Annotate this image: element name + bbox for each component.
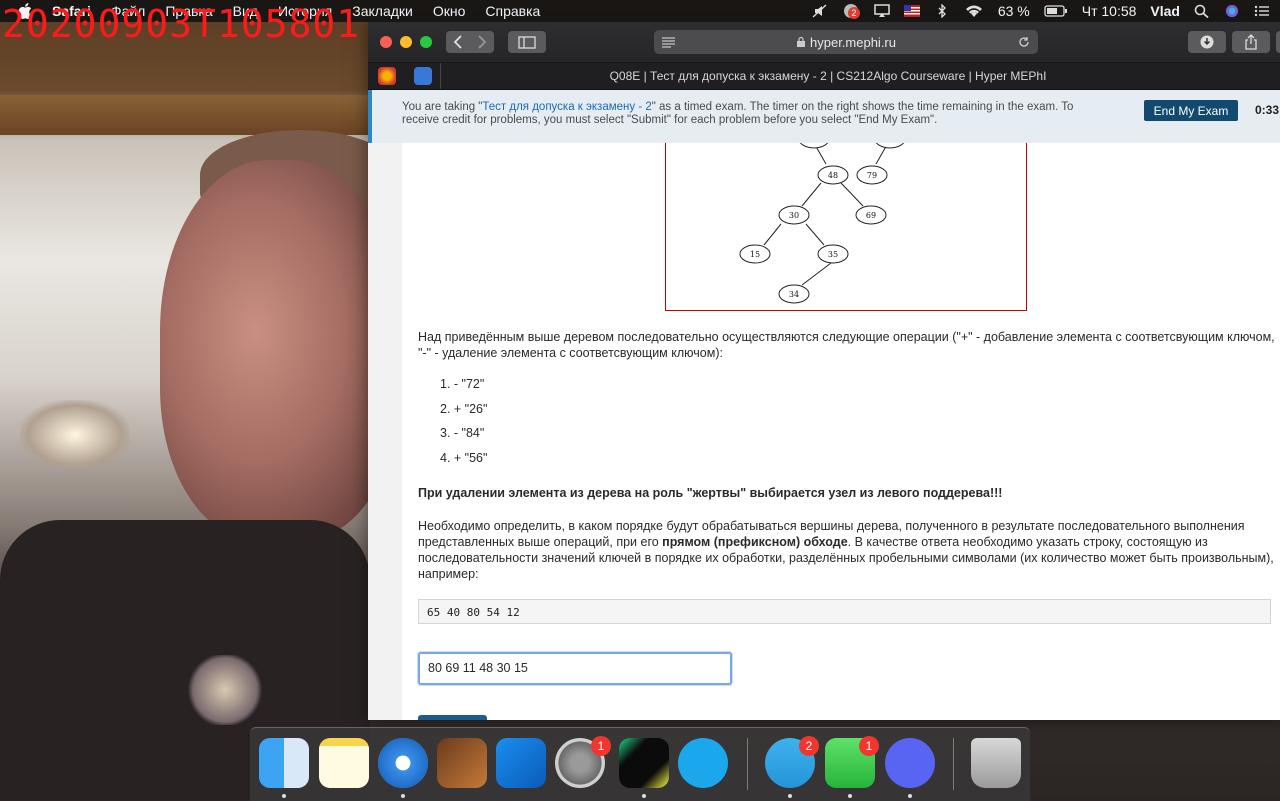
sidebar-button[interactable] xyxy=(508,31,546,53)
running-indicator xyxy=(908,794,912,798)
exam-link[interactable]: Тест для допуска к экзамену - 2 xyxy=(482,101,651,113)
chevron-left-icon xyxy=(453,35,462,49)
skype-icon[interactable] xyxy=(678,738,728,788)
problem-content: 48 79 30 69 15 35 34 Над приведённым выш… xyxy=(368,143,1280,720)
notes-icon[interactable] xyxy=(319,738,369,788)
operation-item: 4. + "56" xyxy=(440,450,488,465)
clock[interactable]: Чт 10:58 xyxy=(1082,3,1137,19)
downloads-button[interactable] xyxy=(1188,31,1226,53)
address-bar[interactable]: hyper.mephi.ru xyxy=(654,30,1038,54)
spotlight-search-icon[interactable] xyxy=(1194,4,1210,18)
shelf xyxy=(0,95,370,135)
download-icon xyxy=(1200,35,1214,49)
submit-button[interactable] xyxy=(418,715,487,720)
problem-task: Необходимо определить, в каком порядке б… xyxy=(418,518,1278,582)
tree-label-34: 34 xyxy=(789,290,799,299)
close-window-button[interactable] xyxy=(380,36,392,48)
lock-icon xyxy=(797,36,805,47)
discord-icon[interactable] xyxy=(885,738,935,788)
user-name[interactable]: Vlad xyxy=(1150,3,1180,19)
tree-label-79: 79 xyxy=(867,171,877,180)
running-indicator xyxy=(401,794,405,798)
background-lamp xyxy=(20,400,130,470)
share-button[interactable] xyxy=(1232,31,1270,53)
tree-label-48: 48 xyxy=(828,171,838,180)
share-icon xyxy=(1245,34,1257,50)
notification-badge: 2 xyxy=(847,7,860,19)
tree-diagram: 48 79 30 69 15 35 34 xyxy=(665,143,1027,311)
example-code-block: 65 40 80 54 12 xyxy=(418,599,1271,624)
reload-icon[interactable] xyxy=(1018,36,1030,48)
safari-icon[interactable] xyxy=(378,738,428,788)
facetime-badge: 1 xyxy=(859,736,879,756)
trash-icon[interactable] xyxy=(971,738,1021,788)
zoom-window-button[interactable] xyxy=(420,36,432,48)
battery-icon[interactable] xyxy=(1044,4,1068,18)
active-tab-title[interactable]: Q08E | Тест для допуска к экзамену - 2 |… xyxy=(368,63,1280,89)
shirt-graphic xyxy=(185,655,265,725)
sidebar-icon xyxy=(518,35,536,49)
menu-help[interactable]: Справка xyxy=(475,0,550,22)
notification-center-icon[interactable] xyxy=(1254,4,1270,18)
running-indicator xyxy=(282,794,286,798)
operations-list: 1. - "72" 2. + "26" 3. - "84" 4. + "56" xyxy=(440,377,487,475)
timed-exam-banner: You are taking "Тест для допуска к экзам… xyxy=(368,90,1280,145)
chevron-right-icon xyxy=(478,35,487,49)
tree-label-30: 30 xyxy=(789,211,799,220)
exam-timer: 0:33: xyxy=(1255,103,1280,117)
banner-text-start: You are taking " xyxy=(402,101,483,113)
task-bold-text: прямом (префиксном) обходе xyxy=(662,535,848,549)
end-my-exam-button[interactable]: End My Exam xyxy=(1144,100,1238,121)
dock-separator xyxy=(953,738,954,790)
reader-icon[interactable] xyxy=(662,37,676,48)
binary-tree: 48 79 30 69 15 35 34 xyxy=(739,143,905,304)
tab-bar: Q08E | Тест для допуска к экзамену - 2 |… xyxy=(368,63,1280,90)
minimize-window-button[interactable] xyxy=(400,36,412,48)
battery-percent[interactable]: 63 % xyxy=(998,3,1030,19)
answer-input[interactable]: 80 69 11 48 30 15 xyxy=(418,652,732,685)
safari-window: hyper.mephi.ru Q08E | Тест для допуска к… xyxy=(368,22,1280,720)
mute-icon[interactable] xyxy=(812,4,828,18)
tree-label-35: 35 xyxy=(828,250,838,259)
dock: 1 2 1 xyxy=(250,727,1030,801)
running-indicator xyxy=(788,794,792,798)
dock-separator xyxy=(747,738,748,790)
navigation-buttons xyxy=(446,31,494,53)
forward-button[interactable] xyxy=(470,31,494,53)
xcode-icon[interactable] xyxy=(496,738,546,788)
notification-status[interactable]: 2 xyxy=(842,2,860,20)
banner-message: You are taking "Тест для допуска к экзам… xyxy=(402,101,1102,127)
telegram-badge: 2 xyxy=(799,736,819,756)
pycharm-icon[interactable] xyxy=(619,738,669,788)
siri-icon[interactable] xyxy=(1224,4,1240,18)
bluetooth-icon[interactable] xyxy=(934,4,950,18)
airplay-icon[interactable] xyxy=(874,4,890,18)
wifi-icon[interactable] xyxy=(964,4,984,18)
operation-item: 1. - "72" xyxy=(440,377,485,391)
menu-window[interactable]: Окно xyxy=(423,0,476,22)
problem-intro: Над приведённым выше деревом последовате… xyxy=(418,330,1275,360)
tab-overview-button[interactable] xyxy=(1276,31,1280,53)
problem-warning: При удалении элемента из дерева на роль … xyxy=(418,486,1003,500)
tree-label-15: 15 xyxy=(750,250,760,259)
garageband-icon[interactable] xyxy=(437,738,487,788)
finder-icon[interactable] xyxy=(259,738,309,788)
browser-toolbar: hyper.mephi.ru xyxy=(368,22,1280,63)
running-indicator xyxy=(642,794,646,798)
back-button[interactable] xyxy=(446,31,470,53)
operation-item: 2. + "26" xyxy=(440,401,488,416)
running-indicator xyxy=(848,794,852,798)
system-preferences-badge: 1 xyxy=(591,736,611,756)
webcam-timestamp: 20200903T105801 xyxy=(2,2,361,46)
us-flag-icon[interactable] xyxy=(903,4,920,18)
person-face xyxy=(160,160,400,540)
url-text: hyper.mephi.ru xyxy=(810,34,896,50)
operation-item: 3. - "84" xyxy=(440,426,485,441)
tree-label-69: 69 xyxy=(866,211,876,220)
